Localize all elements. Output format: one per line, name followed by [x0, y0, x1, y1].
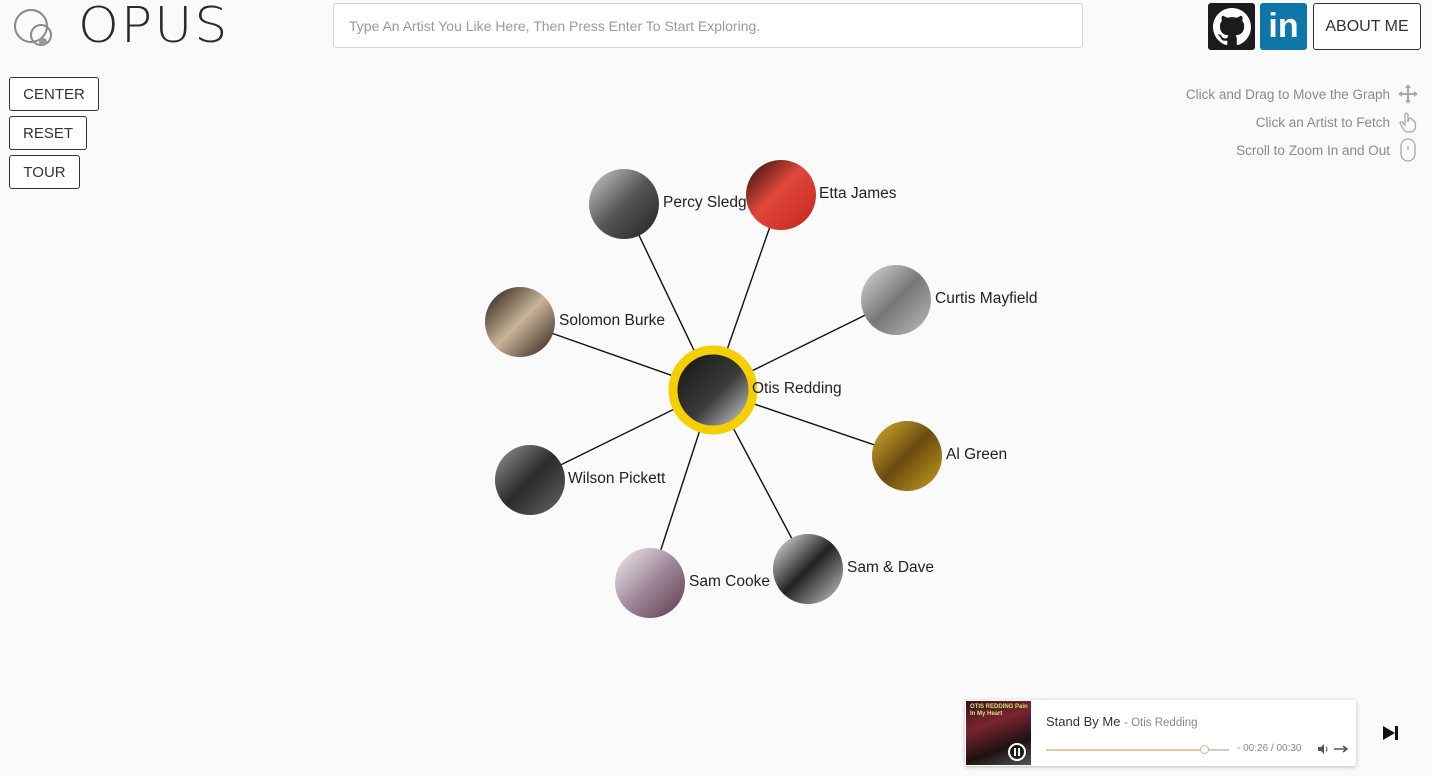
- artist-name: Al Green: [946, 446, 1007, 463]
- artist-node-curtis-mayfield[interactable]: Curtis Mayfield: [861, 265, 1038, 335]
- artist-name: Wilson Pickett: [568, 470, 666, 487]
- center-artist-name: Otis Redding: [752, 380, 842, 397]
- artist-photo: [773, 534, 843, 604]
- artist-photo: [872, 421, 942, 491]
- artist-photo: [495, 445, 565, 515]
- artist-node-sam-and-dave[interactable]: Sam & Dave: [773, 534, 934, 604]
- artist-photo: [615, 548, 685, 618]
- artist-name: Curtis Mayfield: [935, 290, 1038, 307]
- track-title: Stand By Me: [1046, 714, 1121, 729]
- now-playing: Stand By Me - Otis Redding: [1046, 714, 1198, 729]
- artist-name: Sam Cooke: [689, 573, 770, 590]
- artist-node-sam-cooke[interactable]: Sam Cooke: [615, 548, 770, 618]
- next-track-icon[interactable]: [1380, 722, 1402, 744]
- artist-node-center-otis-redding[interactable]: Otis Redding: [668, 345, 842, 435]
- artist-photo: [861, 265, 931, 335]
- album-cover: OTIS REDDING Pain In My Heart: [966, 701, 1031, 765]
- progress-knob[interactable]: [1200, 745, 1210, 754]
- artist-node-solomon-burke[interactable]: Solomon Burke: [485, 287, 665, 357]
- artist-node-etta-james[interactable]: Etta James: [746, 160, 897, 230]
- artist-name: Etta James: [819, 185, 897, 202]
- artist-name: Percy Sledge: [663, 194, 755, 211]
- audio-player: OTIS REDDING Pain In My Heart Stand By M…: [965, 700, 1356, 766]
- repeat-icon[interactable]: [1333, 744, 1349, 754]
- artist-name: Sam & Dave: [847, 559, 934, 576]
- artist-photo: [485, 287, 555, 357]
- pause-icon: [1014, 748, 1016, 756]
- center-artist-photo: [668, 345, 758, 435]
- artist-photo: [746, 160, 816, 230]
- album-cover-text: OTIS REDDING Pain In My Heart: [970, 704, 1028, 717]
- progress-fill: [1046, 749, 1205, 751]
- track-artist: - Otis Redding: [1124, 717, 1198, 729]
- artist-node-percy-sledge[interactable]: Percy Sledge: [589, 169, 755, 239]
- pause-icon-bar: [1018, 748, 1020, 756]
- time-display: - 00:26 / 00:30: [1237, 743, 1302, 754]
- artist-photo: [589, 169, 659, 239]
- progress-bar[interactable]: [1046, 745, 1229, 754]
- artist-name: Solomon Burke: [559, 312, 665, 329]
- artist-graph[interactable]: Percy Sledge Etta James Curtis Mayfield …: [0, 0, 1432, 777]
- pause-button[interactable]: [1008, 743, 1026, 761]
- artist-node-al-green[interactable]: Al Green: [872, 421, 1007, 491]
- volume-icon[interactable]: [1317, 743, 1329, 755]
